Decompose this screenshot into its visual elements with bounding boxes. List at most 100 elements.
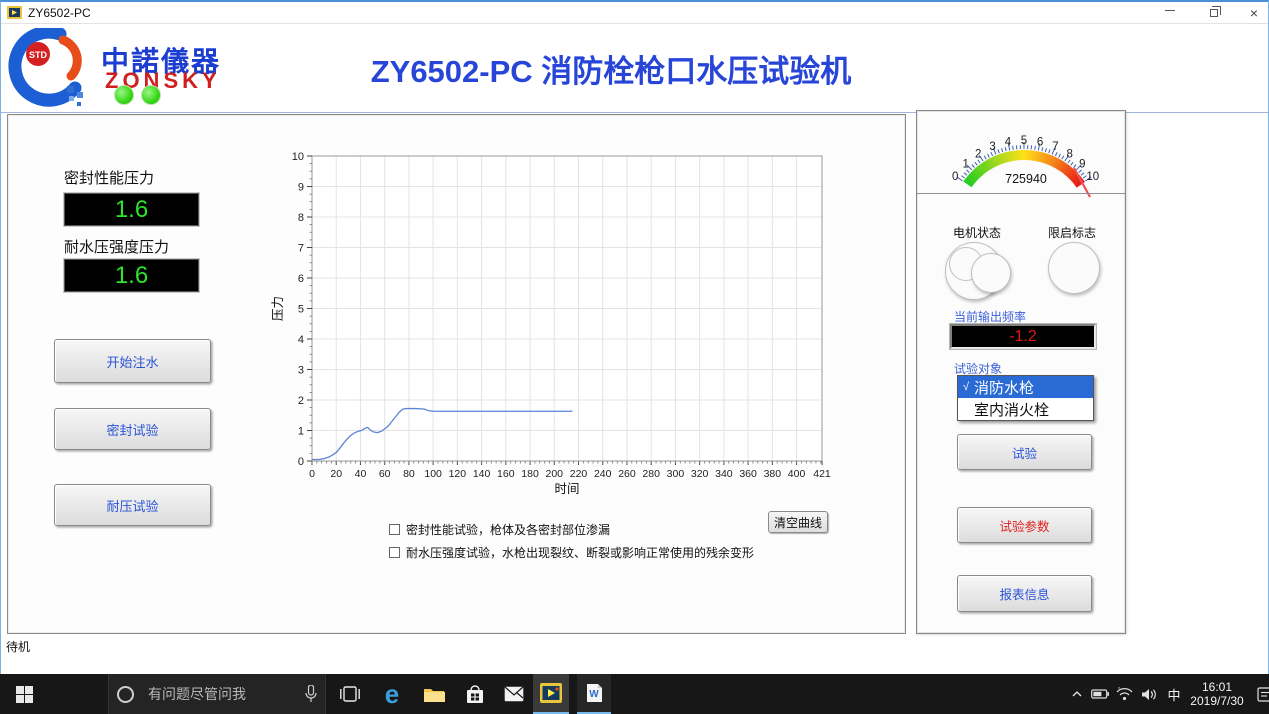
svg-text:10: 10: [292, 151, 304, 163]
volume-icon[interactable]: [1136, 688, 1162, 701]
ime-indicator[interactable]: 中: [1162, 685, 1186, 704]
svg-text:4: 4: [1005, 137, 1012, 149]
svg-text:4: 4: [298, 334, 304, 346]
svg-text:380: 380: [764, 468, 782, 480]
header: STD 中諾儀器 ZONSKY ZY6502-PC 消防栓枪口水压试验机: [1, 24, 1268, 113]
page-title: ZY6502-PC 消防栓枪口水压试验机: [241, 46, 981, 91]
dropdown-option-fire-nozzle[interactable]: √ 消防水枪: [958, 376, 1093, 398]
start-button[interactable]: [0, 674, 48, 714]
svg-text:360: 360: [739, 468, 757, 480]
svg-text:340: 340: [715, 468, 733, 480]
svg-text:260: 260: [618, 468, 636, 480]
search-placeholder: 有问题尽管问我: [148, 684, 246, 704]
svg-text:9: 9: [298, 182, 304, 194]
limit-flag-indicator: [1048, 242, 1100, 294]
strength-result-checkbox-label: 耐水压强度试验，水枪出现裂纹、断裂或影响正常使用的残余变形: [406, 544, 754, 561]
freq-display: -1.2: [950, 324, 1096, 349]
taskbar-search[interactable]: 有问题尽管问我: [108, 674, 326, 714]
svg-text:80: 80: [403, 468, 415, 480]
dropdown-option-indoor-hydrant[interactable]: 室内消火栓: [958, 398, 1093, 420]
seal-test-button[interactable]: 密封试验: [54, 408, 211, 450]
status-led-2: [141, 85, 161, 105]
svg-text:100: 100: [424, 468, 442, 480]
svg-text:0: 0: [309, 468, 315, 480]
logo-swoosh-graphic: STD: [5, 28, 115, 112]
svg-text:9: 9: [1079, 159, 1085, 171]
strength-result-checkbox-row: 耐水压强度试验，水枪出现裂纹、断裂或影响正常使用的残余变形: [389, 544, 754, 561]
motor-led-right: [971, 253, 1011, 293]
wifi-icon[interactable]: *: [1112, 687, 1136, 701]
svg-text:200: 200: [546, 468, 564, 480]
svg-text:7: 7: [298, 243, 304, 255]
svg-text:6: 6: [298, 273, 304, 285]
restore-button[interactable]: [1197, 2, 1231, 24]
svg-text:140: 140: [473, 468, 491, 480]
app-icon: [7, 6, 22, 19]
svg-text:20: 20: [330, 468, 342, 480]
strength-pressure-display: 1.6: [64, 259, 199, 292]
cortana-icon: [117, 686, 134, 703]
edge-browser-icon[interactable]: e: [372, 674, 412, 714]
status-led-1: [114, 85, 134, 105]
svg-text:1: 1: [298, 426, 304, 438]
svg-text:0: 0: [298, 456, 304, 468]
test-object-dropdown: √ 消防水枪 室内消火栓: [957, 375, 1094, 421]
svg-text:421: 421: [813, 468, 831, 480]
task-view-icon[interactable]: [330, 674, 370, 714]
close-button[interactable]: ×: [1237, 2, 1269, 24]
seal-result-checkbox-label: 密封性能试验，枪体及各密封部位渗漏: [406, 521, 610, 538]
strength-result-checkbox[interactable]: [389, 547, 400, 558]
store-icon[interactable]: [455, 674, 495, 714]
svg-text:320: 320: [691, 468, 709, 480]
battery-icon[interactable]: [1088, 689, 1112, 699]
svg-text:STD: STD: [29, 50, 48, 60]
svg-text:1: 1: [962, 159, 968, 171]
svg-text:*: *: [1118, 687, 1120, 693]
seal-result-checkbox[interactable]: [389, 524, 400, 535]
labview-app-icon[interactable]: [533, 674, 569, 714]
svg-text:60: 60: [379, 468, 391, 480]
mail-icon[interactable]: [494, 674, 534, 714]
svg-text:160: 160: [497, 468, 515, 480]
svg-text:280: 280: [642, 468, 660, 480]
action-center-icon[interactable]: 1: [1248, 687, 1269, 702]
screen: ZY6502-PC × STD 中諾儀器 ZONSKY: [0, 0, 1269, 714]
svg-text:220: 220: [570, 468, 588, 480]
file-explorer-icon[interactable]: [414, 674, 454, 714]
tray-time: 16:01: [1202, 680, 1232, 694]
svg-text:2: 2: [298, 395, 304, 407]
right-panel: 012345678910725940 电机状态 限启标志 当前输出频率 -1.2…: [916, 110, 1126, 634]
test-button[interactable]: 试验: [957, 434, 1092, 470]
svg-text:时间: 时间: [554, 482, 579, 496]
limit-flag-label: 限启标志: [1048, 224, 1096, 241]
start-fill-button[interactable]: 开始注水: [54, 339, 211, 383]
gauge-divider: [917, 193, 1125, 194]
freq-label: 当前输出频率: [954, 308, 1026, 325]
svg-text:3: 3: [298, 365, 304, 377]
tray-chevron-icon[interactable]: [1066, 691, 1088, 697]
minimize-button[interactable]: [1153, 2, 1187, 24]
taskbar: 有问题尽管问我 e: [0, 674, 1269, 714]
svg-text:8: 8: [1067, 149, 1073, 161]
main-panel: 密封性能压力 1.6 耐水压强度压力 1.6 开始注水 密封试验 耐压试验 01…: [7, 114, 906, 634]
report-info-button[interactable]: 报表信息: [957, 575, 1092, 612]
pressure-time-chart: 0123456789100204060801001201401601802002…: [248, 143, 838, 503]
dropdown-option-label: 消防水枪: [974, 377, 1034, 398]
document-app-icon[interactable]: W: [577, 674, 611, 714]
microphone-icon[interactable]: [305, 685, 317, 703]
tray-date: 2019/7/30: [1190, 694, 1243, 708]
svg-text:0: 0: [952, 171, 958, 183]
seal-pressure-display: 1.6: [64, 193, 199, 226]
check-icon: √: [958, 381, 974, 393]
test-params-button[interactable]: 试验参数: [957, 507, 1092, 543]
pressure-test-button[interactable]: 耐压试验: [54, 484, 211, 526]
svg-text:725940: 725940: [1005, 172, 1047, 186]
seal-pressure-label: 密封性能压力: [64, 167, 154, 188]
clock[interactable]: 16:01 2019/7/30: [1186, 680, 1248, 708]
svg-text:240: 240: [594, 468, 612, 480]
clear-curve-button[interactable]: 清空曲线: [768, 511, 828, 533]
company-logo: STD 中諾儀器 ZONSKY: [5, 28, 245, 112]
svg-text:5: 5: [298, 304, 304, 316]
titlebar: ZY6502-PC ×: [1, 2, 1268, 24]
svg-text:10: 10: [1086, 171, 1099, 183]
